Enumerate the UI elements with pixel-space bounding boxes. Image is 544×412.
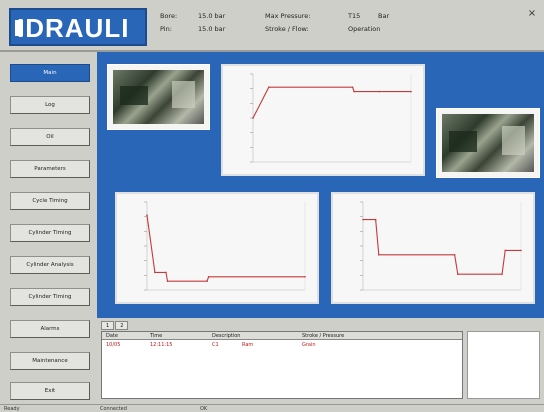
nav-button-cylinder-analysis[interactable]: Cylinder Analysis <box>10 256 90 274</box>
status-value-max-pressure: T15 <box>348 12 361 20</box>
grid-header: Date Time Description Stroke / Pressure <box>102 332 462 340</box>
cell-time: 12:11:15 <box>150 342 173 348</box>
data-point <box>268 86 270 88</box>
chart-bottom-right <box>331 192 535 304</box>
col-date[interactable]: Date <box>106 333 118 339</box>
series-line <box>363 219 521 275</box>
machine-image <box>442 114 534 172</box>
nav-button-exit[interactable]: Exit <box>10 382 90 400</box>
status-label-stroke: Stroke / Flow: <box>265 25 309 33</box>
data-point <box>252 117 254 119</box>
data-point <box>362 218 364 221</box>
data-point <box>378 90 381 93</box>
status-value-pin: 15.0 bar <box>198 25 226 33</box>
cell-value: Grain <box>302 342 316 348</box>
status-readout: Bore: 15.0 bar Pin: 15.0 bar Max Pressur… <box>160 12 420 42</box>
sidebar-nav: Main Log Oil Parameters Cycle Timing Cyl… <box>0 52 97 404</box>
cell-date: 10/05 <box>106 342 121 348</box>
nav-button-maintenance[interactable]: Maintenance <box>10 352 90 370</box>
status-value-bore: 15.0 bar <box>198 12 226 20</box>
cell-code: C1 <box>212 342 219 348</box>
series-line <box>252 86 411 119</box>
data-point <box>353 90 355 93</box>
chart-top-svg <box>250 73 412 163</box>
chart-bottom-left-svg <box>144 201 306 291</box>
machine-photo-right <box>436 108 540 178</box>
nav-button-alarms[interactable]: Alarms <box>10 320 90 338</box>
machine-photo-left <box>107 64 210 130</box>
data-point <box>453 254 456 256</box>
table-row[interactable]: 10/05 12:11:15 C1 Ram Grain <box>102 341 462 349</box>
main-dashboard <box>97 52 544 318</box>
data-point <box>410 90 412 93</box>
data-point <box>146 214 148 216</box>
nav-button-cycle-timing[interactable]: Cycle Timing <box>10 192 90 210</box>
data-point <box>154 271 156 274</box>
col-time[interactable]: Time <box>150 333 162 339</box>
data-point <box>206 280 208 282</box>
nav-button-cylinder-timing[interactable]: Cylinder Timing <box>10 224 90 242</box>
status-text-ready: Ready <box>4 406 20 412</box>
data-point <box>166 280 169 282</box>
status-label-max-pressure: Max Pressure: <box>265 12 311 20</box>
data-point <box>351 86 354 88</box>
log-table-area: 12 Date Time Description Stroke / Pressu… <box>97 318 544 404</box>
close-icon[interactable]: × <box>526 8 538 20</box>
data-point <box>504 249 506 252</box>
col-stroke-pressure[interactable]: Stroke / Pressure <box>302 333 344 339</box>
series-line <box>146 215 305 282</box>
data-point <box>207 276 210 278</box>
nav-button-parameters[interactable]: Parameters <box>10 160 90 178</box>
status-bar: Ready Connected OK <box>0 404 544 412</box>
status-label-pin: Pin: <box>160 25 172 33</box>
logo-text: IDRAULI <box>14 13 130 43</box>
header-bar: IDRAULI Bore: 15.0 bar Pin: 15.0 bar Max… <box>0 0 544 52</box>
log-grid: Date Time Description Stroke / Pressure … <box>101 331 463 399</box>
chart-bottom-left <box>115 192 319 304</box>
chart-bottom-right-svg <box>360 201 522 291</box>
cell-description: Ram <box>242 342 254 348</box>
data-point <box>378 254 380 256</box>
data-point <box>304 276 306 278</box>
status-text-state: OK <box>200 406 208 412</box>
app-logo: IDRAULI <box>9 8 147 46</box>
log-tabs: 12 <box>101 321 129 330</box>
data-point <box>520 249 522 252</box>
status-label-bore: Bore: <box>160 12 178 20</box>
nav-button-oil[interactable]: Oil <box>10 128 90 146</box>
data-point <box>165 271 167 274</box>
data-point <box>457 273 459 275</box>
chart-top <box>221 64 425 176</box>
nav-button-log[interactable]: Log <box>10 96 90 114</box>
nav-button-cylinder-timing-2[interactable]: Cylinder Timing <box>10 288 90 306</box>
data-point <box>501 273 503 275</box>
status-unit-max-pressure: Bar <box>378 12 390 20</box>
col-description[interactable]: Description <box>212 333 240 339</box>
tab-2[interactable]: 2 <box>115 321 129 330</box>
data-point <box>374 218 377 221</box>
machine-image <box>113 70 204 124</box>
log-detail-panel <box>467 331 540 399</box>
tab-1[interactable]: 1 <box>101 321 115 330</box>
status-text-connection: Connected <box>100 406 127 412</box>
nav-button-main[interactable]: Main <box>10 64 90 82</box>
status-value-stroke: Operation <box>348 25 381 33</box>
